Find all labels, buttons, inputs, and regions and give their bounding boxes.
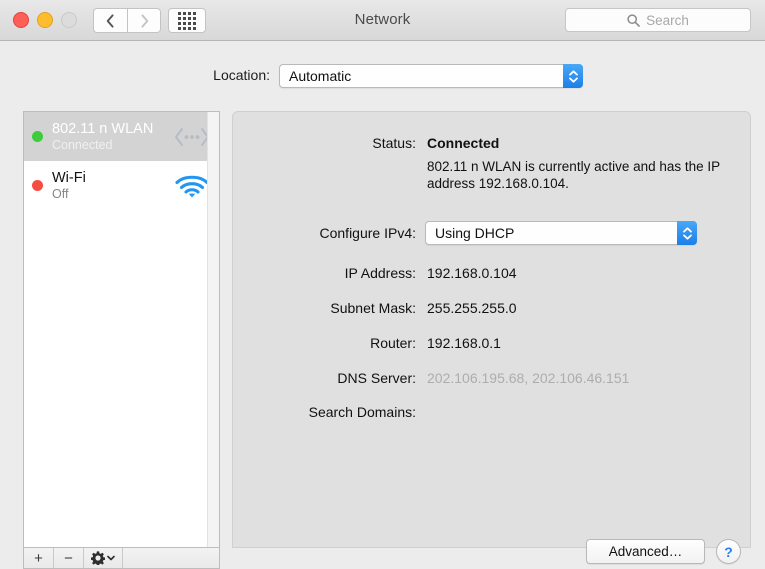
- sidebar-item-wlan-name: 802.11 n WLAN: [52, 120, 154, 137]
- add-service-button[interactable]: +: [24, 548, 54, 568]
- search-input[interactable]: Search: [565, 8, 751, 32]
- serial-adapter-icon: [175, 127, 209, 146]
- sidebar-scrollbar[interactable]: [207, 112, 219, 547]
- service-detail-panel: Status: Connected 802.11 n WLAN is curre…: [232, 111, 751, 548]
- gear-icon: [91, 551, 105, 565]
- configure-ipv4-popup-button[interactable]: Using DHCP: [425, 221, 697, 245]
- status-dot-green-icon: [32, 131, 43, 142]
- sidebar-item-wlan-texts: 802.11 n WLAN Connected: [52, 121, 171, 153]
- network-preferences-window: Network Search Location: Automatic 802.1…: [0, 0, 765, 569]
- ip-address-value: 192.168.0.104: [427, 265, 517, 281]
- configure-ipv4-label: Configure IPv4:: [319, 225, 417, 241]
- location-label: Location:: [213, 67, 270, 83]
- subnet-mask-value: 255.255.255.0: [427, 300, 517, 316]
- sidebar-item-wifi[interactable]: Wi-Fi Off: [24, 161, 219, 210]
- ip-address-label: IP Address:: [344, 265, 416, 281]
- chevron-up-icon: [682, 226, 692, 232]
- window-titlebar: Network Search: [0, 0, 765, 41]
- location-stepper-icon[interactable]: [563, 64, 583, 88]
- location-popup-button[interactable]: Automatic: [279, 64, 583, 88]
- dns-server-value[interactable]: 202.106.195.68, 202.106.46.151: [427, 370, 629, 386]
- sidebar-toolbar-spacer: [123, 548, 219, 568]
- sidebar-item-wlan-status: Connected: [52, 137, 113, 152]
- location-row: Location: Automatic: [0, 62, 765, 92]
- location-selected-value: Automatic: [289, 68, 352, 84]
- status-label: Status:: [372, 135, 416, 151]
- wifi-icon: [175, 175, 209, 197]
- advanced-button[interactable]: Advanced…: [586, 539, 705, 564]
- status-value: Connected: [427, 135, 500, 151]
- status-description: 802.11 n WLAN is currently active and ha…: [427, 159, 720, 191]
- configure-ipv4-selected-value: Using DHCP: [435, 225, 515, 241]
- search-icon: [627, 13, 640, 27]
- search-domains-label: Search Domains:: [308, 404, 416, 420]
- sidebar-item-wlan[interactable]: 802.11 n WLAN Connected: [24, 112, 219, 161]
- dns-server-label: DNS Server:: [337, 370, 416, 386]
- sidebar-toolbar: + −: [23, 548, 220, 569]
- remove-service-button[interactable]: −: [54, 548, 84, 568]
- network-services-list[interactable]: 802.11 n WLAN Connected Wi-Fi Off: [23, 111, 220, 548]
- sidebar-item-wifi-texts: Wi-Fi Off: [52, 170, 171, 202]
- chevron-down-icon: [568, 77, 578, 83]
- service-actions-button[interactable]: [84, 548, 123, 568]
- help-button[interactable]: ?: [716, 539, 741, 564]
- search-placeholder: Search: [646, 12, 689, 28]
- chevron-down-icon: [107, 555, 115, 561]
- router-value: 192.168.0.1: [427, 335, 501, 351]
- chevron-down-icon: [682, 234, 692, 240]
- router-label: Router:: [370, 335, 416, 351]
- sidebar-item-wifi-status: Off: [52, 186, 69, 201]
- subnet-mask-label: Subnet Mask:: [330, 300, 416, 316]
- chevron-up-icon: [568, 69, 578, 75]
- configure-ipv4-stepper-icon[interactable]: [677, 221, 697, 245]
- sidebar-item-wifi-name: Wi-Fi: [52, 169, 86, 186]
- status-dot-red-icon: [32, 180, 43, 191]
